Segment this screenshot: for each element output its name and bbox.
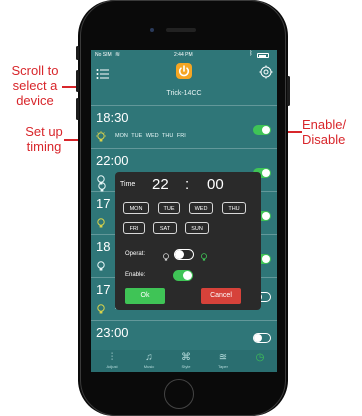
timer-time: 17 [96, 196, 111, 211]
tab-bar: ⫶ Adjust ♫ Music ⌘ Style ≊ Taper ◷ [91, 350, 277, 372]
enable-toggle[interactable] [253, 125, 271, 135]
tab-adjust[interactable]: ⫶ Adjust [97, 352, 127, 370]
timer-time: 17 [96, 282, 111, 297]
battery-icon [257, 53, 269, 58]
bulb-on-icon [96, 216, 106, 234]
timer-time: 18 [96, 239, 111, 254]
style-icon: ⌘ [181, 352, 191, 363]
timer-time: 18:30 [96, 110, 129, 125]
day-button-thu[interactable]: THU [222, 202, 246, 214]
operat-label: Operat: [125, 251, 146, 257]
music-icon: ♫ [145, 352, 153, 363]
phone-speaker [166, 28, 196, 32]
home-button[interactable] [164, 379, 194, 409]
tab-label: Style [181, 364, 191, 369]
day-button-sat[interactable]: SAT [153, 222, 177, 234]
annotation-line: timing [26, 139, 62, 154]
timer-row[interactable]: 18:30 MON TUE WED THU FRI [91, 106, 277, 149]
annotation-enable: Enable/ Disable [302, 117, 362, 147]
carrier-label: No SIM [95, 52, 112, 58]
day-button-wed[interactable]: WED [189, 202, 213, 214]
bulb-on-icon [200, 249, 208, 267]
tab-label: Taper [217, 364, 228, 369]
annotation-line: select a [12, 78, 58, 93]
adjust-icon: ⫶ [110, 352, 114, 363]
timer-days: MON TUE WED THU FRI [115, 133, 186, 139]
timer-icon: ◷ [255, 352, 265, 363]
time-separator: : [185, 176, 190, 193]
phone-camera [150, 28, 154, 32]
phone-side-button [76, 98, 79, 120]
operat-toggle[interactable] [174, 249, 194, 260]
ok-button[interactable]: Ok [125, 288, 165, 304]
time-label: Time [120, 181, 136, 188]
clock-label: 2:44 PM [174, 52, 193, 58]
hour-picker[interactable]: 22 [152, 176, 169, 193]
timer-time: 23:00 [96, 325, 129, 340]
annotation-line: Set up [25, 124, 63, 139]
tab-taper[interactable]: ≊ Taper [208, 352, 238, 370]
enable-label: Enable: [125, 272, 146, 278]
day-button-sun[interactable]: SUN [185, 222, 209, 234]
bulb-on-icon [96, 302, 106, 320]
day-button-fri[interactable]: FRI [123, 222, 145, 234]
bulb-on-icon [96, 130, 106, 148]
status-bar: No SIM ≋ 2:44 PM ᛒ [91, 51, 277, 60]
top-bar [91, 60, 277, 86]
enable-toggle[interactable] [173, 270, 193, 281]
day-button-tue[interactable]: TUE [158, 202, 180, 214]
app-screen: No SIM ≋ 2:44 PM ᛒ Trick-14CC 18:30 MON … [91, 50, 277, 372]
taper-icon: ≊ [218, 352, 228, 363]
annotation-line: Enable/ [302, 117, 347, 132]
cancel-button[interactable]: Cancel [201, 288, 241, 304]
bluetooth-icon: ᛒ [249, 51, 253, 57]
bulb-off-icon [162, 249, 170, 267]
phone-side-button [76, 46, 79, 60]
power-icon[interactable] [176, 63, 192, 79]
timing-dialog: Time 22 : 00 MON TUE WED THU FRI SAT SUN… [98, 172, 261, 310]
tab-style[interactable]: ⌘ Style [171, 352, 201, 370]
annotation-line: Scroll to [11, 63, 59, 78]
settings-gear-icon[interactable] [259, 65, 273, 79]
device-name[interactable]: Trick-14CC [91, 90, 277, 97]
tab-timer[interactable]: ◷ [245, 352, 275, 364]
tab-label: Music [143, 364, 155, 369]
day-button-mon[interactable]: MON [123, 202, 149, 214]
bulb-off-icon [97, 180, 107, 198]
phone-side-button [76, 70, 79, 92]
bulb-off-icon [96, 259, 106, 277]
annotation-scroll: Scroll to select a device [0, 63, 70, 108]
wifi-icon: ≋ [115, 52, 121, 58]
tab-label: Adjust [106, 364, 118, 369]
phone-side-button [287, 76, 290, 106]
enable-toggle[interactable] [253, 333, 271, 343]
timer-time: 22:00 [96, 153, 129, 168]
tab-music[interactable]: ♫ Music [134, 352, 164, 370]
annotation-line: Disable [302, 132, 346, 147]
minute-picker[interactable]: 00 [207, 176, 224, 193]
menu-icon[interactable] [96, 67, 110, 79]
annotation-line: device [16, 93, 54, 108]
